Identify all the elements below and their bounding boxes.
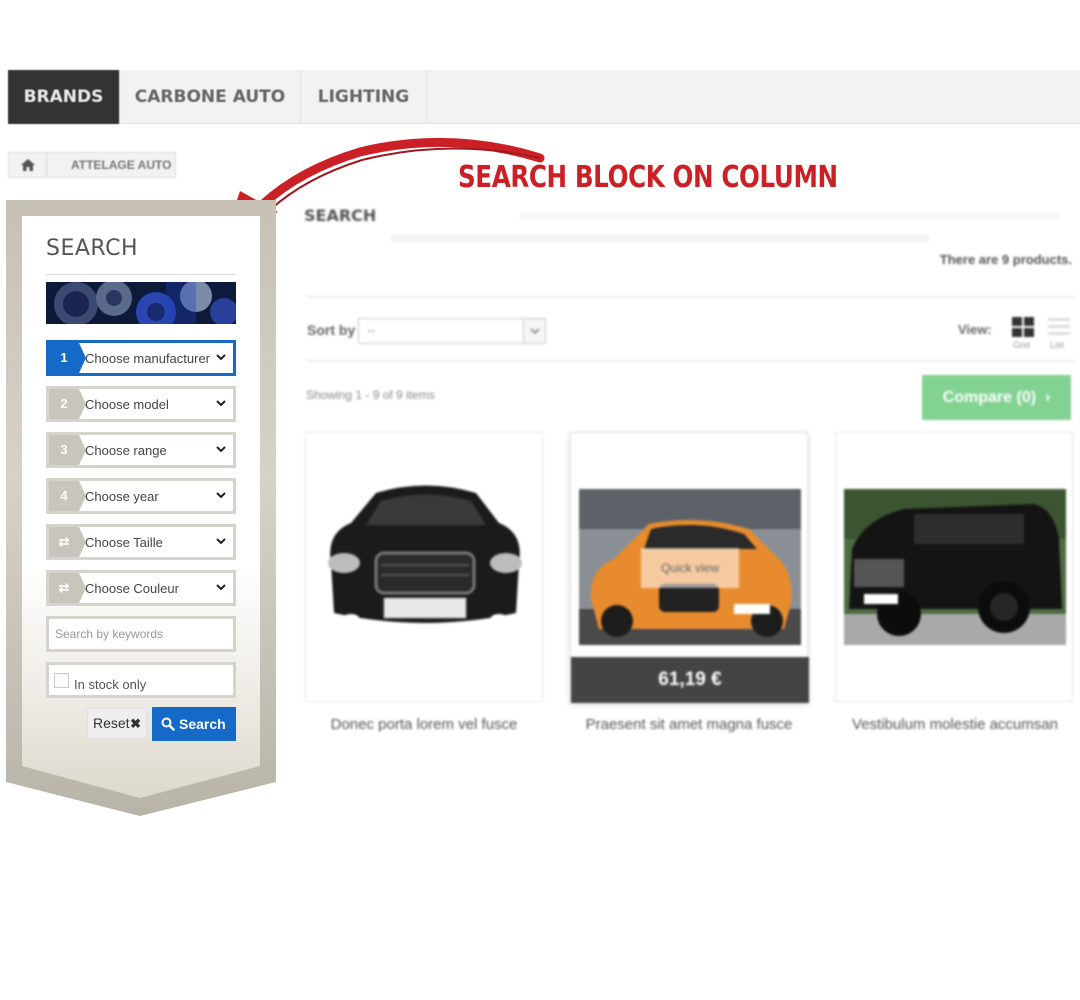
swap-icon: ⇄ xyxy=(49,527,79,557)
grid-view-label: Grid xyxy=(1013,340,1031,350)
quick-view-button[interactable]: Quick view xyxy=(641,548,739,588)
grid-view-icon[interactable] xyxy=(1011,316,1035,343)
select-label: Choose range xyxy=(85,443,167,458)
chevron-down-icon xyxy=(216,354,226,361)
in-stock-label: In stock only xyxy=(74,677,147,692)
chevron-down-icon xyxy=(216,446,226,453)
chevron-down-icon xyxy=(523,319,545,343)
chevron-right-icon: › xyxy=(1040,389,1051,406)
nav-item-carbone-auto[interactable]: CARBONE AUTO xyxy=(120,70,301,124)
product-card[interactable]: Quick view 61,19 € xyxy=(570,432,809,703)
home-icon[interactable] xyxy=(9,153,47,177)
product-price: 61,19 € xyxy=(571,657,809,703)
reset-button[interactable]: Reset ✖ xyxy=(87,708,147,739)
step-number: 4 xyxy=(49,481,79,511)
manufacturer-select[interactable]: 1 Choose manufacturer xyxy=(46,340,236,376)
product-card[interactable] xyxy=(835,432,1073,702)
compare-button[interactable]: Compare (0) › xyxy=(922,375,1071,420)
size-select[interactable]: ⇄ Choose Taille xyxy=(46,524,236,560)
chevron-down-icon xyxy=(216,584,226,591)
step-number: 3 xyxy=(49,435,79,465)
range-select[interactable]: 3 Choose range xyxy=(46,432,236,468)
top-navigation: BRANDS CARBONE AUTO LIGHTING xyxy=(8,70,1080,124)
category-description-line xyxy=(390,234,930,242)
search-block-title: SEARCH xyxy=(46,236,139,261)
model-select[interactable]: 2 Choose model xyxy=(46,386,236,422)
annotation-label: SEARCH BLOCK ON COLUMN xyxy=(458,160,838,195)
nav-item-lighting[interactable]: LIGHTING xyxy=(301,70,427,124)
compare-label: Compare (0) xyxy=(942,389,1037,406)
swap-icon: ⇄ xyxy=(49,573,79,603)
step-number: 1 xyxy=(49,343,79,373)
select-label: Choose manufacturer xyxy=(85,351,211,366)
select-label: Choose year xyxy=(85,489,159,504)
color-select[interactable]: ⇄ Choose Couleur xyxy=(46,570,236,606)
year-select[interactable]: 4 Choose year xyxy=(46,478,236,514)
search-button[interactable]: Search xyxy=(152,707,236,741)
list-view-icon[interactable] xyxy=(1047,316,1071,343)
product-name[interactable]: Vestibulum molestie accumsan xyxy=(835,716,1075,733)
product-image xyxy=(328,485,522,623)
sort-label: Sort by xyxy=(307,322,356,338)
select-label: Choose Couleur xyxy=(85,581,179,596)
gears-banner-image xyxy=(46,282,236,324)
product-name[interactable]: Donec porta lorem vel fusce xyxy=(304,716,544,733)
product-card[interactable] xyxy=(305,432,543,702)
page-title: SEARCH xyxy=(304,206,377,225)
breadcrumb: ATTELAGE AUTO xyxy=(8,152,176,178)
category-description-line xyxy=(520,212,1060,220)
in-stock-checkbox[interactable] xyxy=(54,673,69,688)
search-label: Search xyxy=(179,716,226,732)
chevron-down-icon xyxy=(216,400,226,407)
select-label: Choose Taille xyxy=(85,535,163,550)
product-name[interactable]: Praesent sit amet magna fusce xyxy=(569,716,809,733)
breadcrumb-item[interactable]: ATTELAGE AUTO xyxy=(71,158,171,172)
select-label: Choose model xyxy=(85,397,169,412)
search-icon xyxy=(161,717,175,731)
chevron-down-icon xyxy=(216,538,226,545)
search-block: SEARCH 1 Choose manufacturer 2 Choose mo… xyxy=(22,216,260,746)
product-count: There are 9 products. xyxy=(939,252,1072,267)
sort-select[interactable]: -- xyxy=(358,318,546,344)
product-image xyxy=(844,489,1066,645)
keywords-input[interactable] xyxy=(46,616,236,652)
view-label: View: xyxy=(958,322,992,337)
nav-item-brands[interactable]: BRANDS xyxy=(8,70,120,124)
reset-label: Reset xyxy=(93,715,130,731)
sort-value: -- xyxy=(367,323,375,337)
in-stock-filter[interactable]: In stock only xyxy=(46,662,236,698)
list-view-label: List xyxy=(1050,340,1065,350)
close-icon: ✖ xyxy=(130,716,141,731)
showing-items: Showing 1 - 9 of 9 items xyxy=(306,388,435,402)
step-number: 2 xyxy=(49,389,79,419)
divider xyxy=(306,360,1074,362)
chevron-down-icon xyxy=(216,492,226,499)
divider xyxy=(46,274,236,275)
divider xyxy=(306,296,1074,298)
